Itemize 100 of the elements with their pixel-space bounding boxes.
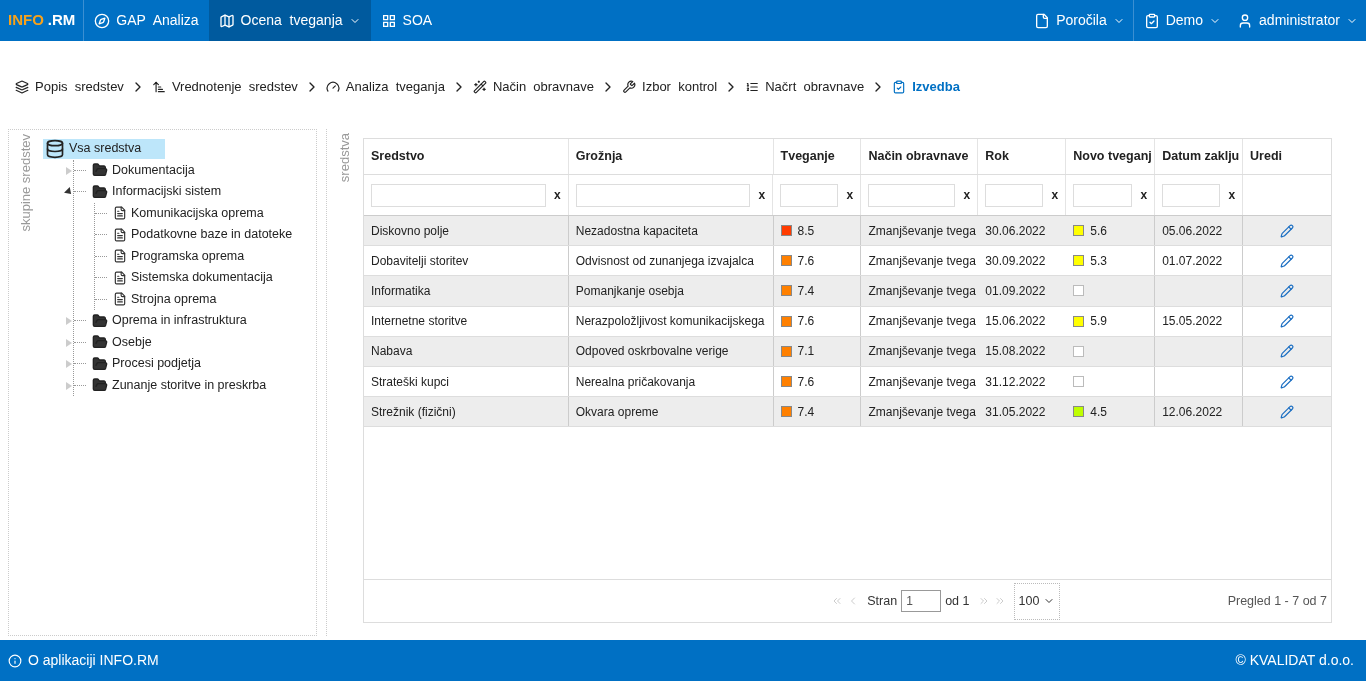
table-cell-text: 15.06.2022 xyxy=(985,313,1046,331)
nav-menu-item[interactable]: SOA xyxy=(370,0,443,41)
page-size-select[interactable]: 100 xyxy=(1013,582,1061,620)
risk-value: 5.6 xyxy=(1090,222,1107,240)
nav-menu-item[interactable]: Demo xyxy=(1132,0,1230,41)
compass-icon xyxy=(94,12,111,29)
table-cell-text: Okvara opreme xyxy=(575,403,659,421)
nav-menu-item[interactable]: Ocena tveganja xyxy=(208,0,371,41)
collapsed-arrow-icon[interactable] xyxy=(66,360,72,368)
filter-field[interactable] xyxy=(575,183,751,207)
breadcrumb-link[interactable]: Vrednotenje sredstev xyxy=(151,77,298,97)
tree-item[interactable]: Oprema in infrastruktura xyxy=(90,311,249,331)
page-number-field[interactable]: 1 xyxy=(901,590,942,612)
collapsed-arrow-icon[interactable] xyxy=(66,381,72,390)
table-cell-text: 31.12.2022 xyxy=(985,373,1046,391)
breadcrumb-link[interactable]: Načrt obravnave xyxy=(745,77,865,97)
filter-field[interactable] xyxy=(1162,183,1221,207)
last-page-icon[interactable] xyxy=(993,595,1006,607)
filter-field[interactable] xyxy=(371,183,546,207)
first-page-icon[interactable] xyxy=(831,595,844,607)
table-cell-text: 01.09.2022 xyxy=(985,282,1046,300)
filter-field[interactable] xyxy=(780,183,839,207)
table-cell-text: 01.07.2022 xyxy=(1162,252,1223,270)
table-cell-text: Strežnik (fizični) xyxy=(371,403,456,421)
document-icon xyxy=(113,206,127,221)
tree-item[interactable]: Programska oprema xyxy=(111,246,247,266)
column-header[interactable]: Novo tveganj xyxy=(1073,147,1152,166)
page-label: Stran xyxy=(867,592,898,610)
collapsed-arrow-icon[interactable] xyxy=(66,317,72,325)
pencil-icon xyxy=(1280,404,1295,419)
edit-button[interactable] xyxy=(1280,344,1295,359)
empty-swatch xyxy=(1073,345,1085,357)
tree-item[interactable]: Informacijski sistem xyxy=(90,182,224,202)
clipboard-check-icon xyxy=(892,80,907,94)
column-header[interactable]: Način obravnave xyxy=(868,147,969,166)
table-cell-text: Dobavitelji storitev xyxy=(371,252,469,270)
column-header[interactable]: Rok xyxy=(985,147,1009,166)
breadcrumb-link[interactable]: Izbor kontrol xyxy=(622,77,718,97)
collapsed-arrow-icon[interactable] xyxy=(66,338,72,347)
column-header[interactable]: Tveganje xyxy=(780,147,835,166)
folder-icon xyxy=(92,183,108,200)
breadcrumb-link[interactable]: Analiza tveganja xyxy=(325,77,445,97)
edit-button[interactable] xyxy=(1280,374,1295,389)
table-cell-text: Zmanjševanje tvega xyxy=(868,403,976,421)
sort-icon xyxy=(151,80,166,94)
tree-item[interactable]: Strojna oprema xyxy=(111,289,219,309)
nav-menu-item[interactable]: GAP Analiza xyxy=(84,0,209,41)
clear-filter-button[interactable]: x xyxy=(553,186,561,204)
wrench-icon xyxy=(622,80,637,94)
tree-item[interactable]: Procesi podjetja xyxy=(90,354,203,374)
tree-item[interactable]: Zunanje storitve in preskrba xyxy=(90,375,269,395)
table-cell-text: Zmanjševanje tvega xyxy=(868,343,976,361)
nav-menu-item[interactable]: administrator xyxy=(1229,0,1366,41)
filter-field[interactable] xyxy=(868,183,956,207)
edit-button[interactable] xyxy=(1280,283,1295,298)
filter-field[interactable] xyxy=(1073,183,1133,207)
about-link[interactable]: O aplikaciji INFO.RM xyxy=(8,650,159,671)
page-count: od 1 xyxy=(945,592,970,610)
nav-menu-item[interactable]: Poročila xyxy=(1026,0,1133,41)
column-header[interactable]: Uredi xyxy=(1250,147,1282,166)
clear-filter-button[interactable]: x xyxy=(1228,186,1236,204)
risk-value: 7.6 xyxy=(797,313,815,331)
clear-filter-button[interactable]: x xyxy=(1140,186,1148,204)
table-cell-text: Diskovno polje xyxy=(371,222,450,240)
clear-filter-button[interactable]: x xyxy=(846,186,854,204)
table-cell-text: Internetne storitve xyxy=(371,313,468,331)
filter-field[interactable] xyxy=(985,183,1044,207)
tree-item[interactable]: Osebje xyxy=(90,332,154,352)
tree-item[interactable]: Podatkovne baze in datoteke xyxy=(111,225,295,245)
folder-icon xyxy=(92,312,108,329)
edit-button[interactable] xyxy=(1280,253,1295,268)
document-icon xyxy=(1034,12,1051,29)
pencil-icon xyxy=(1280,283,1295,298)
tree-item[interactable]: Dokumentacija xyxy=(90,160,197,180)
breadcrumb-link[interactable]: Popis sredstev xyxy=(15,77,124,97)
pencil-icon xyxy=(1280,344,1295,359)
map-icon xyxy=(218,12,235,29)
breadcrumb-link[interactable]: Izvedba xyxy=(892,77,960,97)
clear-filter-button[interactable]: x xyxy=(963,186,971,204)
risk-value: 4.5 xyxy=(1090,403,1107,421)
tree-item[interactable]: Vsa sredstva xyxy=(43,138,166,159)
column-header[interactable]: Grožnja xyxy=(575,147,623,166)
copyright-text: © KVALIDAT d.o.o. xyxy=(1235,651,1355,670)
column-header[interactable]: Sredstvo xyxy=(371,147,425,166)
edit-button[interactable] xyxy=(1280,314,1295,329)
breadcrumb-link[interactable]: Način obravnave xyxy=(472,77,595,97)
risk-value: 7.4 xyxy=(797,403,815,421)
edit-button[interactable] xyxy=(1280,404,1295,419)
pencil-icon xyxy=(1280,253,1295,268)
table-cell-text: Nerazpoložljivost komunikacijskega xyxy=(575,313,765,331)
table-cell-text: Nerealna pričakovanja xyxy=(575,373,696,391)
pencil-icon xyxy=(1280,314,1295,329)
tree-item[interactable]: Komunikacijska oprema xyxy=(111,203,266,223)
next-page-icon[interactable] xyxy=(977,595,990,607)
clear-filter-button[interactable]: x xyxy=(758,186,766,204)
clear-filter-button[interactable]: x xyxy=(1051,186,1059,204)
edit-button[interactable] xyxy=(1280,223,1295,238)
collapsed-arrow-icon[interactable] xyxy=(66,166,72,175)
column-header[interactable]: Datum zaklju xyxy=(1162,147,1240,166)
tree-item[interactable]: Sistemska dokumentacija xyxy=(111,268,275,288)
